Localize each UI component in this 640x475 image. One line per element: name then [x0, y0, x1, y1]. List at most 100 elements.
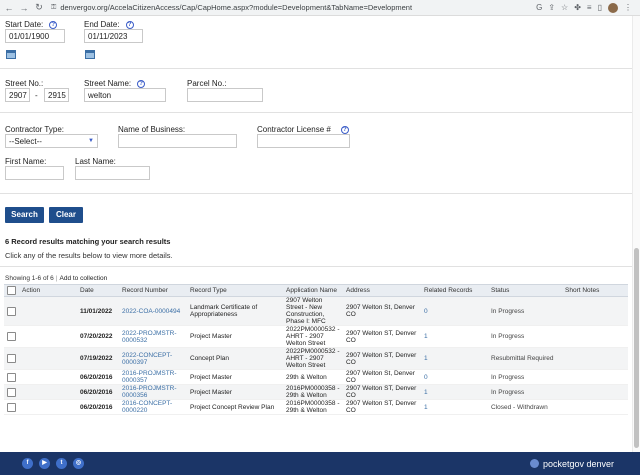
short-notes-cell — [562, 384, 628, 400]
record-type-cell: Landmark Certificate of Appropriateness — [187, 296, 283, 326]
column-header-address[interactable]: Address — [343, 284, 421, 297]
back-icon[interactable]: ← — [3, 3, 15, 13]
search-button[interactable]: Search — [5, 207, 44, 223]
end-date-label-text: End Date: — [84, 20, 120, 29]
instagram-icon[interactable]: ◎ — [73, 458, 84, 469]
row-select-cell — [4, 384, 19, 400]
youtube-icon[interactable]: ▶ — [39, 458, 50, 469]
business-name-input[interactable] — [118, 134, 237, 148]
select-all-checkbox[interactable] — [7, 286, 16, 295]
clear-button[interactable]: Clear — [49, 207, 83, 223]
date-cell: 11/01/2022 — [77, 296, 119, 326]
column-header-application-name[interactable]: Application Name — [283, 284, 343, 297]
end-date-input[interactable]: 01/11/2023 — [84, 29, 143, 43]
status-cell: Resubmittal Required — [488, 347, 562, 370]
status-cell: In Progress — [488, 369, 562, 385]
street-no-to-input[interactable]: 2915 — [44, 88, 69, 102]
sidepanel-icon[interactable]: ▯ — [598, 3, 602, 12]
record-number-link[interactable]: 2022-PROJMSTR-0000532 — [119, 325, 187, 348]
related-records-link[interactable]: 1 — [421, 325, 488, 348]
short-notes-cell — [562, 369, 628, 385]
table-row[interactable]: 07/20/2022 2022-PROJMSTR-0000532 Project M… — [4, 325, 628, 348]
column-header-status[interactable]: Status — [488, 284, 562, 297]
help-icon[interactable]: ? — [340, 125, 349, 134]
street-no-label: Street No.: — [5, 79, 44, 88]
table-row[interactable]: 06/20/2016 2016-CONCEPT-0000220 Project Co… — [4, 399, 628, 415]
table-row[interactable]: 06/20/2016 2016-PROJMSTR-0000356 Project M… — [4, 384, 628, 400]
footer-brand[interactable]: pocketgov denver — [529, 459, 614, 469]
table-row[interactable]: 06/20/2016 2016-PROJMSTR-0000357 Project M… — [4, 369, 628, 385]
help-icon[interactable]: ? — [49, 20, 58, 29]
contractor-license-label-text: Contractor License # — [257, 125, 331, 134]
first-name-input[interactable] — [5, 166, 64, 180]
profile-avatar[interactable] — [608, 2, 618, 13]
date-cell: 06/20/2016 — [77, 384, 119, 400]
calendar-icon[interactable] — [6, 50, 16, 59]
forward-icon[interactable]: → — [18, 3, 30, 13]
address-cell: 2907 Welton ST, Denver CO — [343, 325, 421, 348]
related-records-link[interactable]: 1 — [421, 399, 488, 415]
related-records-link[interactable]: 0 — [421, 296, 488, 326]
row-select-cell — [4, 296, 19, 326]
related-records-link[interactable]: 0 — [421, 369, 488, 385]
pocketgov-logo-icon — [529, 459, 539, 468]
contractor-type-select[interactable]: --Select-- ▼ — [5, 134, 98, 148]
related-records-link[interactable]: 1 — [421, 384, 488, 400]
address-bar[interactable]: ⚿ denvergov.org/AccelaCitizenAccess/Cap/… — [51, 2, 532, 14]
menu-icon[interactable]: ⋮ — [624, 3, 632, 12]
address-cell: 2907 Welton ST, Denver CO — [343, 399, 421, 415]
street-no-from-input[interactable]: 2907 — [5, 88, 30, 102]
address-cell: 2907 Welton ST, Denver CO — [343, 384, 421, 400]
parcel-no-input[interactable] — [187, 88, 263, 102]
row-checkbox[interactable] — [7, 332, 16, 341]
row-checkbox[interactable] — [7, 387, 16, 397]
add-to-collection-link[interactable]: Add to collection — [60, 275, 108, 282]
showing-text: Showing 1-6 of 6 — [5, 275, 54, 282]
record-number-link[interactable]: 2016-CONCEPT-0000220 — [119, 399, 187, 415]
table-row[interactable]: 11/01/2022 2022-COA-0000494 Landmark Certi… — [4, 296, 628, 326]
site-info-icon[interactable]: ⚿ — [51, 4, 56, 12]
google-icon[interactable]: G — [536, 3, 542, 12]
reload-icon[interactable]: ↻ — [33, 2, 45, 13]
last-name-input[interactable] — [75, 166, 150, 180]
help-icon[interactable]: ? — [137, 79, 146, 88]
calendar-icon[interactable] — [85, 50, 95, 59]
facebook-icon[interactable]: f — [22, 458, 33, 469]
page-scrollbar[interactable] — [632, 16, 640, 452]
date-cell: 07/19/2022 — [77, 347, 119, 370]
column-header-related-records[interactable]: Related Records — [421, 284, 488, 297]
column-header-record-type[interactable]: Record Type — [187, 284, 283, 297]
row-checkbox[interactable] — [7, 402, 16, 412]
column-header-action[interactable]: Action — [19, 284, 77, 297]
column-header-record-number[interactable]: Record Number — [119, 284, 187, 297]
column-header-short-notes[interactable]: Short Notes — [562, 284, 628, 297]
record-number-link[interactable]: 2016-PROJMSTR-0000356 — [119, 384, 187, 400]
reading-list-icon[interactable]: ≡ — [587, 3, 592, 12]
row-checkbox[interactable] — [7, 372, 16, 382]
related-records-link[interactable]: 1 — [421, 347, 488, 370]
bookmark-star-icon[interactable]: ☆ — [561, 3, 568, 12]
row-select-cell — [4, 325, 19, 348]
row-select-cell — [4, 347, 19, 370]
share-icon[interactable]: ⇪ — [548, 3, 555, 12]
extensions-icon[interactable]: ✤ — [574, 3, 581, 12]
table-row[interactable]: 07/19/2022 2022-CONCEPT-0000397 Concept Pl… — [4, 347, 628, 370]
scroll-thumb[interactable] — [634, 248, 639, 448]
browser-toolbar: ← → ↻ ⚿ denvergov.org/AccelaCitizenAcces… — [0, 0, 640, 16]
street-name-input[interactable]: welton — [84, 88, 166, 102]
row-checkbox[interactable] — [7, 354, 16, 363]
help-icon[interactable]: ? — [125, 20, 134, 29]
record-number-link[interactable]: 2022-CONCEPT-0000397 — [119, 347, 187, 370]
first-name-label: First Name: — [5, 157, 47, 166]
row-checkbox[interactable] — [7, 306, 16, 316]
business-name-label: Name of Business: — [118, 125, 186, 134]
contractor-license-input[interactable] — [257, 134, 350, 148]
column-header-date[interactable]: Date — [77, 284, 119, 297]
status-cell: In Progress — [488, 325, 562, 348]
twitter-icon[interactable]: t — [56, 458, 67, 469]
record-number-link[interactable]: 2022-COA-0000494 — [119, 296, 187, 326]
start-date-input[interactable]: 01/01/1900 — [5, 29, 65, 43]
record-number-link[interactable]: 2016-PROJMSTR-0000357 — [119, 369, 187, 385]
record-type-cell: Project Concept Review Plan — [187, 399, 283, 415]
social-links: f ▶ t ◎ — [22, 458, 84, 469]
